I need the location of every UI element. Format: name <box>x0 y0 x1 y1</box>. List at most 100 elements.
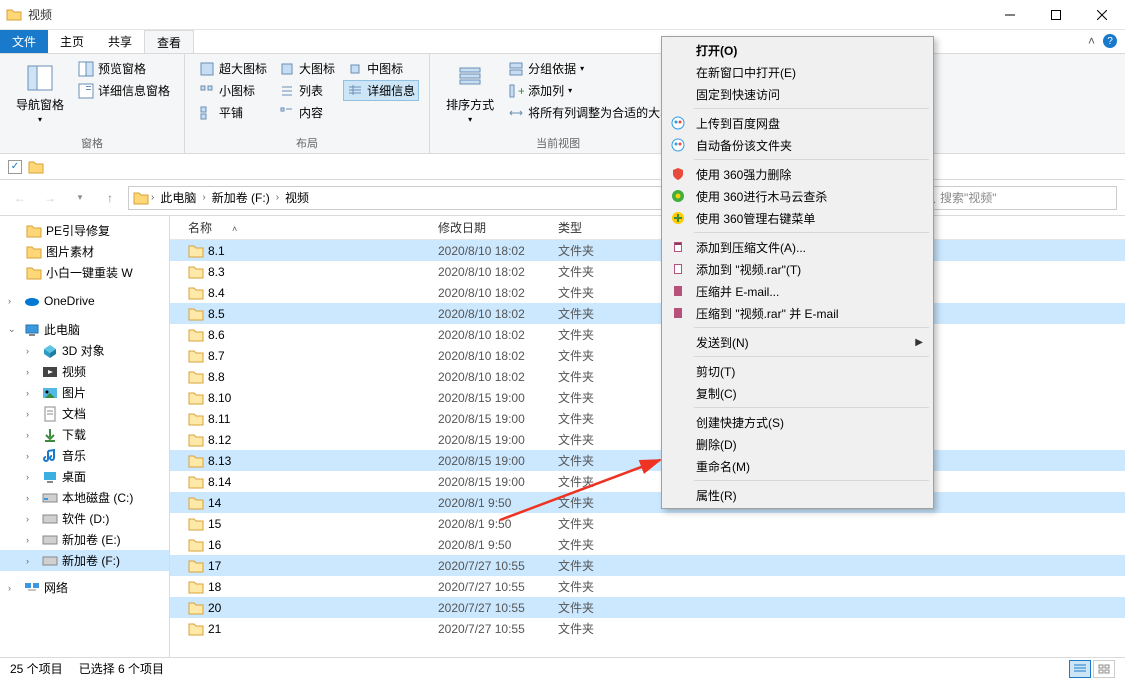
tree-docs[interactable]: ›文档 <box>0 403 169 424</box>
layout-details[interactable]: 详细信息 <box>343 80 419 101</box>
tree-xiaobai[interactable]: 小白一键重装 W <box>0 262 169 283</box>
chevron-down-icon[interactable]: ⌄ <box>8 324 20 335</box>
file-type: 文件夹 <box>550 536 630 553</box>
crumb-folder[interactable]: 视频 <box>281 189 313 206</box>
file-row[interactable]: 8.32020/8/10 18:02文件夹 <box>170 261 1125 282</box>
file-row[interactable]: 8.112020/8/15 19:00文件夹 <box>170 408 1125 429</box>
tree-thispc[interactable]: ⌄此电脑 <box>0 319 169 340</box>
tree-pictures[interactable]: ›图片 <box>0 382 169 403</box>
view-icons-button[interactable] <box>1093 660 1115 678</box>
search-input[interactable]: 搜索"视频" <box>917 186 1117 210</box>
layout-medium[interactable]: 中图标 <box>343 58 419 79</box>
tree-edrive[interactable]: ›新加卷 (E:) <box>0 529 169 550</box>
file-date: 2020/8/10 18:02 <box>430 244 550 258</box>
file-row[interactable]: 8.122020/8/15 19:00文件夹 <box>170 429 1125 450</box>
recent-button[interactable]: ▾ <box>68 186 92 210</box>
ctx-shortcut[interactable]: 创建快捷方式(S) <box>664 411 931 433</box>
file-row[interactable]: 152020/8/1 9:50文件夹 <box>170 513 1125 534</box>
select-all-checkbox[interactable]: ✓ <box>8 160 22 174</box>
forward-button[interactable]: → <box>38 186 62 210</box>
tab-file[interactable]: 文件 <box>0 30 48 53</box>
tree-onedrive[interactable]: ›OneDrive <box>0 291 169 311</box>
tree-downloads[interactable]: ›下载 <box>0 424 169 445</box>
tree-cdrive[interactable]: ›本地磁盘 (C:) <box>0 487 169 508</box>
sort-button[interactable]: 排序方式 ▾ <box>440 58 500 128</box>
collapse-ribbon-icon[interactable]: ˄ <box>1088 34 1095 48</box>
preview-pane-button[interactable]: 预览窗格 <box>74 58 174 79</box>
help-icon[interactable]: ? <box>1103 34 1117 48</box>
tree-pe[interactable]: PE引导修复 <box>0 220 169 241</box>
file-row[interactable]: 8.102020/8/15 19:00文件夹 <box>170 387 1125 408</box>
ctx-baidu-backup[interactable]: 自动备份该文件夹 <box>664 134 931 156</box>
up-button[interactable]: ↑ <box>98 186 122 210</box>
tab-share[interactable]: 共享 <box>96 30 144 53</box>
chevron-right-icon[interactable]: › <box>151 192 154 203</box>
tree-videos[interactable]: ›视频 <box>0 361 169 382</box>
layout-large[interactable]: 大图标 <box>275 58 339 79</box>
file-row[interactable]: 8.132020/8/15 19:00文件夹 <box>170 450 1125 471</box>
tree-desktop[interactable]: ›桌面 <box>0 466 169 487</box>
tree-3d[interactable]: ›3D 对象 <box>0 340 169 361</box>
ctx-rar-add[interactable]: 添加到压缩文件(A)... <box>664 236 931 258</box>
ctx-delete[interactable]: 删除(D) <box>664 433 931 455</box>
view-details-button[interactable] <box>1069 660 1091 678</box>
ctx-pin[interactable]: 固定到快速访问 <box>664 83 931 105</box>
file-row[interactable]: 202020/7/27 10:55文件夹 <box>170 597 1125 618</box>
ctx-copy[interactable]: 复制(C) <box>664 382 931 404</box>
file-row[interactable]: 142020/8/1 9:50文件夹 <box>170 492 1125 513</box>
ctx-360-delete[interactable]: 使用 360强力删除 <box>664 163 931 185</box>
tree-ddrive[interactable]: ›软件 (D:) <box>0 508 169 529</box>
minimize-button[interactable] <box>987 0 1033 30</box>
col-date[interactable]: 修改日期 <box>430 219 550 236</box>
file-row[interactable]: 212020/7/27 10:55文件夹 <box>170 618 1125 639</box>
chevron-right-icon[interactable]: › <box>202 192 205 203</box>
ctx-rar-addto[interactable]: 添加到 "视频.rar"(T) <box>664 258 931 280</box>
file-row[interactable]: 8.72020/8/10 18:02文件夹 <box>170 345 1125 366</box>
ctx-baidu-upload[interactable]: 上传到百度网盘 <box>664 112 931 134</box>
tree-fdrive[interactable]: ›新加卷 (F:) <box>0 550 169 571</box>
file-row[interactable]: 8.52020/8/10 18:02文件夹 <box>170 303 1125 324</box>
tab-view[interactable]: 查看 <box>144 30 194 53</box>
tree-music[interactable]: ›音乐 <box>0 445 169 466</box>
ctx-360-scan[interactable]: 使用 360进行木马云查杀 <box>664 185 931 207</box>
col-type[interactable]: 类型 <box>550 219 630 236</box>
chevron-right-icon[interactable]: › <box>8 296 20 306</box>
group-by-button[interactable]: 分组依据 ▾ <box>504 58 676 79</box>
ctx-props[interactable]: 属性(R) <box>664 484 931 506</box>
layout-xlarge[interactable]: 超大图标 <box>195 58 271 79</box>
crumb-thispc[interactable]: 此电脑 <box>156 189 200 206</box>
layout-content[interactable]: 内容 <box>275 102 339 123</box>
file-row[interactable]: 8.82020/8/10 18:02文件夹 <box>170 366 1125 387</box>
nav-pane-button[interactable]: 导航窗格 ▾ <box>10 58 70 128</box>
file-row[interactable]: 182020/7/27 10:55文件夹 <box>170 576 1125 597</box>
add-col-button[interactable]: +添加列 ▾ <box>504 80 676 101</box>
tab-home[interactable]: 主页 <box>48 30 96 53</box>
ctx-open[interactable]: 打开(O) <box>664 39 931 61</box>
tree-network[interactable]: ›网络 <box>0 577 169 598</box>
file-row[interactable]: 172020/7/27 10:55文件夹 <box>170 555 1125 576</box>
details-pane-button[interactable]: 详细信息窗格 <box>74 80 174 101</box>
file-row[interactable]: 8.62020/8/10 18:02文件夹 <box>170 324 1125 345</box>
ctx-sendto[interactable]: 发送到(N)▶ <box>664 331 931 353</box>
ctx-rename[interactable]: 重命名(M) <box>664 455 931 477</box>
col-name[interactable]: 名称˄ <box>180 219 430 236</box>
chevron-right-icon[interactable]: › <box>276 192 279 203</box>
ctx-360-menu[interactable]: 使用 360管理右键菜单 <box>664 207 931 229</box>
file-row[interactable]: 162020/8/1 9:50文件夹 <box>170 534 1125 555</box>
layout-small[interactable]: 小图标 <box>195 80 271 101</box>
layout-tiles[interactable]: 平铺 <box>195 102 271 123</box>
ctx-rar-email[interactable]: 压缩并 E-mail... <box>664 280 931 302</box>
file-row[interactable]: 8.142020/8/15 19:00文件夹 <box>170 471 1125 492</box>
file-row[interactable]: 8.12020/8/10 18:02文件夹 <box>170 240 1125 261</box>
ctx-cut[interactable]: 剪切(T) <box>664 360 931 382</box>
ctx-newwindow[interactable]: 在新窗口中打开(E) <box>664 61 931 83</box>
layout-list[interactable]: 列表 <box>275 80 339 101</box>
close-button[interactable] <box>1079 0 1125 30</box>
tree-pics[interactable]: 图片素材 <box>0 241 169 262</box>
fit-cols-button[interactable]: 将所有列调整为合适的大小 <box>504 102 676 123</box>
crumb-drive[interactable]: 新加卷 (F:) <box>208 189 274 206</box>
ctx-rar-addtoemail[interactable]: 压缩到 "视频.rar" 并 E-mail <box>664 302 931 324</box>
file-row[interactable]: 8.42020/8/10 18:02文件夹 <box>170 282 1125 303</box>
back-button[interactable]: ← <box>8 186 32 210</box>
maximize-button[interactable] <box>1033 0 1079 30</box>
